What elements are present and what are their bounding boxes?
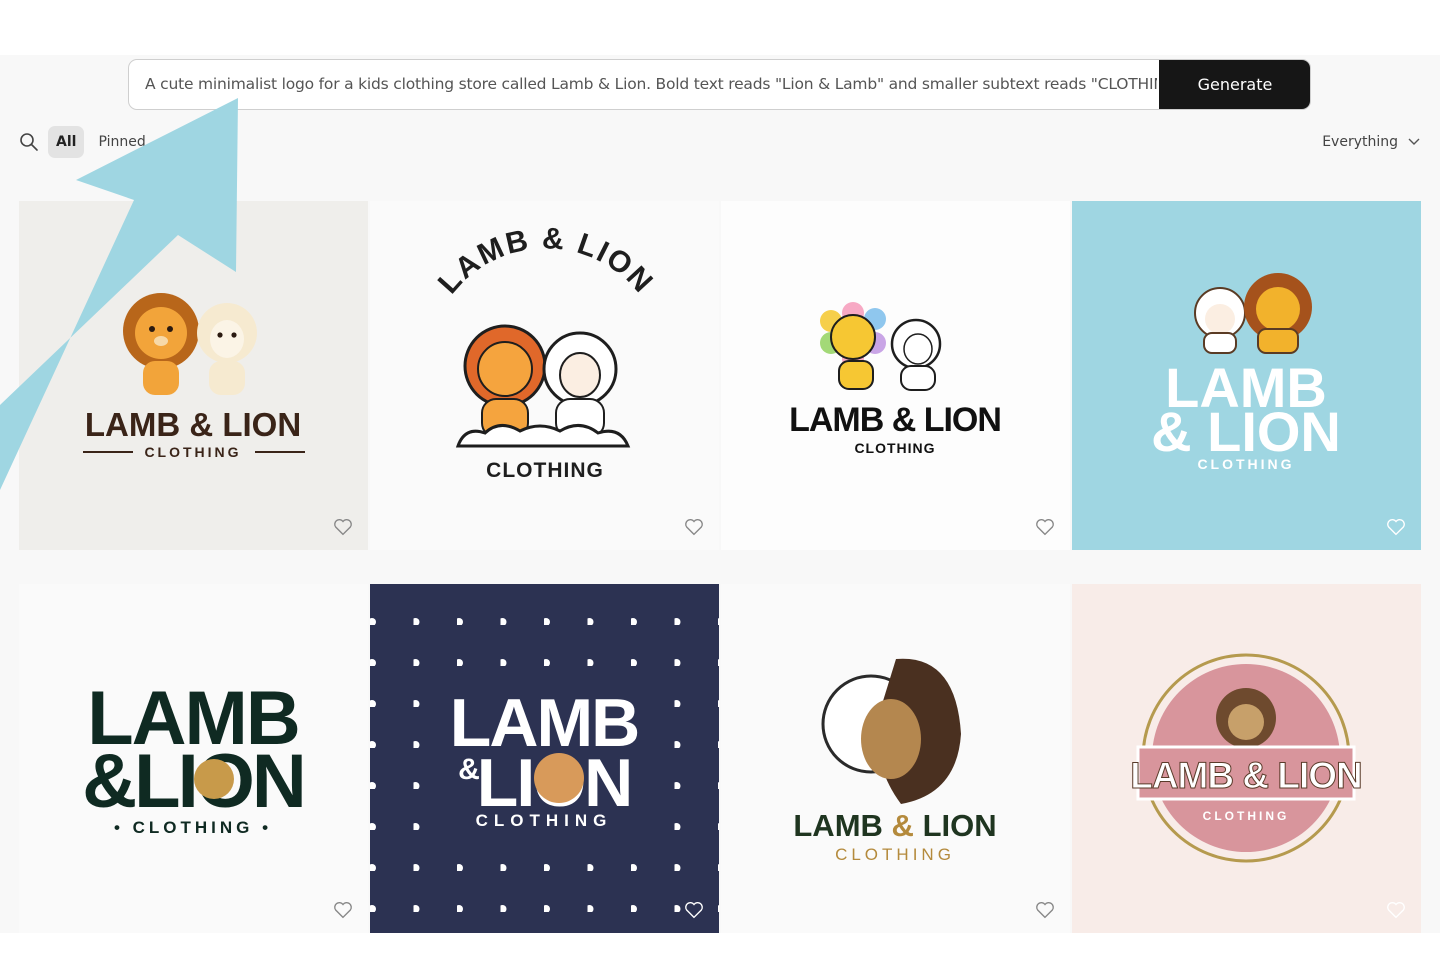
- logo-card-5[interactable]: LAMB &LION • CLOTHING •: [19, 584, 368, 933]
- heart-icon[interactable]: [1385, 516, 1407, 538]
- logo-image-7: LAMB & LION CLOTHING: [721, 584, 1070, 933]
- prompt-bar: A cute minimalist logo for a kids clothi…: [128, 59, 1311, 110]
- logo-card-7[interactable]: LAMB & LION CLOTHING: [721, 584, 1070, 933]
- prompt-input[interactable]: A cute minimalist logo for a kids clothi…: [145, 60, 1157, 109]
- logo-generator-app: A cute minimalist logo for a kids clothi…: [0, 55, 1440, 933]
- logo-card-4[interactable]: LAMB & LION CLOTHING: [1072, 201, 1421, 550]
- logo-subtitle: CLOTHING: [854, 440, 935, 456]
- logo-image-6: LAMB & LION CLOTHING: [370, 584, 719, 933]
- logo-subtitle: • CLOTHING •: [114, 818, 272, 837]
- heart-icon[interactable]: [683, 516, 705, 538]
- heart-icon[interactable]: [332, 899, 354, 921]
- logo-image-2: LAMB & LION CLOTHING: [370, 201, 719, 550]
- logo-card-2[interactable]: LAMB & LION CLOTHING: [370, 201, 719, 550]
- sort-dropdown[interactable]: Everything: [1322, 127, 1420, 157]
- filter-bar: All Pinned Private: [16, 125, 231, 159]
- logo-card-6[interactable]: LAMB & LION CLOTHING: [370, 584, 719, 933]
- logo-subtitle: CLOTHING: [486, 459, 604, 482]
- chevron-down-icon: [1408, 138, 1420, 145]
- logo-image-1: LAMB & LION CLOTHING: [19, 201, 368, 550]
- filter-chip-pinned[interactable]: Pinned: [86, 126, 157, 158]
- logo-subtitle: CLOTHING: [1203, 809, 1290, 823]
- logo-title: LAMB & LION: [85, 406, 301, 443]
- logo-title: LAMB & LION: [789, 401, 1001, 439]
- filter-chip-private[interactable]: Private: [158, 126, 231, 158]
- logo-card-8[interactable]: LAMB & LION CLOTHING: [1072, 584, 1421, 933]
- lion-face-icon: [194, 759, 234, 799]
- search-icon[interactable]: [16, 129, 42, 155]
- logo-title: LAMB & LION: [1130, 755, 1362, 796]
- heart-icon[interactable]: [1385, 899, 1407, 921]
- filter-chip-all[interactable]: All: [48, 126, 85, 158]
- sort-label: Everything: [1322, 134, 1398, 150]
- logo-image-3: LAMB & LION CLOTHING: [721, 201, 1070, 550]
- logo-subtitle: CLOTHING: [1197, 456, 1294, 472]
- logo-image-8: LAMB & LION CLOTHING: [1072, 584, 1421, 933]
- logo-image-4: LAMB & LION CLOTHING: [1072, 201, 1421, 550]
- logo-subtitle: CLOTHING: [144, 444, 241, 460]
- lion-face-icon: [534, 753, 584, 803]
- logo-subtitle: CLOTHING: [476, 811, 613, 830]
- logo-title: LAMB & LION: [793, 808, 996, 843]
- logo-title-line2: & LION: [1151, 400, 1341, 463]
- heart-icon[interactable]: [683, 899, 705, 921]
- logo-subtitle: CLOTHING: [835, 845, 955, 864]
- logo-image-5: LAMB &LION • CLOTHING •: [19, 584, 368, 933]
- logo-title-line2: &LION: [82, 739, 303, 824]
- generate-button[interactable]: Generate: [1159, 60, 1310, 109]
- logo-card-1[interactable]: LAMB & LION CLOTHING: [19, 201, 368, 550]
- heart-icon[interactable]: [1034, 899, 1056, 921]
- logo-card-3[interactable]: LAMB & LION CLOTHING: [721, 201, 1070, 550]
- heart-icon[interactable]: [1034, 516, 1056, 538]
- results-grid: LAMB & LION CLOTHING LAMB & LION CLOTHIN…: [19, 201, 1421, 933]
- heart-icon[interactable]: [332, 516, 354, 538]
